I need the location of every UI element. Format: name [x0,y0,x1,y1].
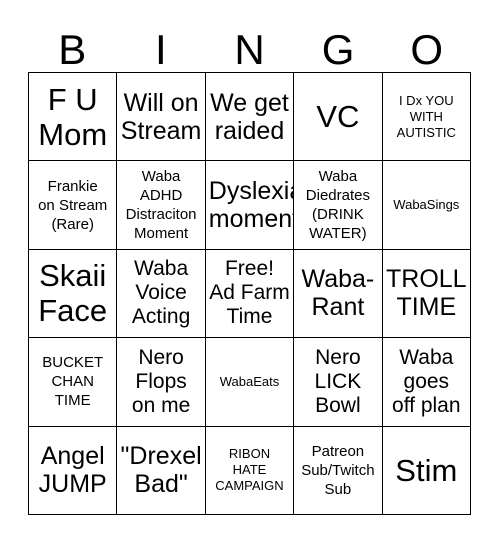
bingo-cell-label: "Drexel Bad" [120,442,202,499]
bingo-cell-r5c1[interactable]: Angel JUMP [29,426,118,515]
bingo-cell-label: Waba Diedrates (DRINK WATER) [305,168,370,243]
bingo-cell-label: RIBON HATE CAMPAIGN [215,446,284,494]
bingo-cell-label: Angel JUMP [38,442,107,499]
bingo-cell-r3c1[interactable]: Skaii Face [29,249,118,339]
bingo-cell-r3c5[interactable]: TROLL TIME [382,249,471,339]
bingo-cell-r2c4[interactable]: Waba Diedrates (DRINK WATER) [294,161,383,250]
bingo-cell-r2c1[interactable]: Frankie on Stream (Rare) [29,161,118,250]
bingo-cell-label: F U Mom [38,81,108,152]
bingo-cell-label: Stim [395,452,458,488]
bingo-cell-label: Waba Voice Acting [131,257,191,329]
bingo-grid: F U Mom Will on Stream We get raided VC I Dx… [28,72,471,515]
bingo-cell-label: I Dx YOU WITH AUTISTIC [396,92,456,140]
bingo-cell-r1c2[interactable]: Will on Stream [117,73,206,162]
bingo-cell-label: Frankie on Stream (Rare) [38,177,108,233]
bingo-cell-label: Free! Ad Farm Time [209,257,290,329]
bingo-header-letter-i: I [155,26,167,73]
bingo-header-letter-g: G [321,26,355,73]
bingo-header-letter-o: O [410,26,443,73]
bingo-cell-label: Waba goes off plan [392,345,461,417]
bingo-cell-label: Waba ADHD Distraciton Moment [125,168,197,243]
bingo-cell-label: BUCKET CHAN TIME [42,354,104,410]
bingo-cell-r3c4[interactable]: Waba- Rant [294,249,383,339]
bingo-cell-r5c3[interactable]: RIBON HATE CAMPAIGN [205,426,295,515]
bingo-cell-label: Waba- Rant [301,265,375,322]
bingo-cell-r4c3[interactable]: WabaEats [205,338,295,427]
bingo-card: B I N G O F U Mom Will on Stream We get ra… [0,0,500,544]
bingo-cell-r2c3[interactable]: Dyslexia moment [205,161,295,250]
bingo-cell-label: Nero Flops on me [131,345,191,417]
bingo-cell-label: TROLL TIME [386,265,467,322]
bingo-cell-label: WabaEats [219,373,280,389]
bingo-cell-r4c4[interactable]: Nero LICK Bowl [294,338,383,427]
bingo-header-row: B I N G O [28,18,471,72]
bingo-cell-label: Skaii Face [38,258,108,329]
bingo-cell-r1c1[interactable]: F U Mom [29,73,118,162]
bingo-cell-r2c5[interactable]: WabaSings [382,161,471,250]
bingo-cell-r1c4[interactable]: VC [294,73,383,162]
bingo-cell-r3c3[interactable]: Free! Ad Farm Time [205,249,295,339]
bingo-cell-r4c5[interactable]: Waba goes off plan [382,338,471,427]
bingo-header-letter-b: B [58,26,87,73]
bingo-cell-r5c2[interactable]: "Drexel Bad" [117,426,206,515]
bingo-cell-r5c5[interactable]: Stim [382,426,471,515]
bingo-cell-label: Nero LICK Bowl [314,345,362,417]
bingo-header-letter-n: N [234,26,265,73]
bingo-cell-r2c2[interactable]: Waba ADHD Distraciton Moment [117,161,206,250]
bingo-cell-r1c3[interactable]: We get raided [205,73,295,162]
bingo-cell-label: Will on Stream [120,88,202,145]
bingo-cell-r1c5[interactable]: I Dx YOU WITH AUTISTIC [382,73,471,162]
bingo-cell-label: Patreon Sub/Twitch Sub [301,442,375,498]
bingo-cell-r4c1[interactable]: BUCKET CHAN TIME [29,338,118,427]
bingo-cell-label: VC [316,99,360,135]
bingo-cell-r5c4[interactable]: Patreon Sub/Twitch Sub [294,426,383,515]
bingo-cell-label: Dyslexia moment [208,177,295,234]
bingo-cell-label: WabaSings [393,197,460,213]
bingo-cell-r3c2[interactable]: Waba Voice Acting [117,249,206,339]
bingo-cell-r4c2[interactable]: Nero Flops on me [117,338,206,427]
bingo-cell-label: We get raided [210,88,289,145]
